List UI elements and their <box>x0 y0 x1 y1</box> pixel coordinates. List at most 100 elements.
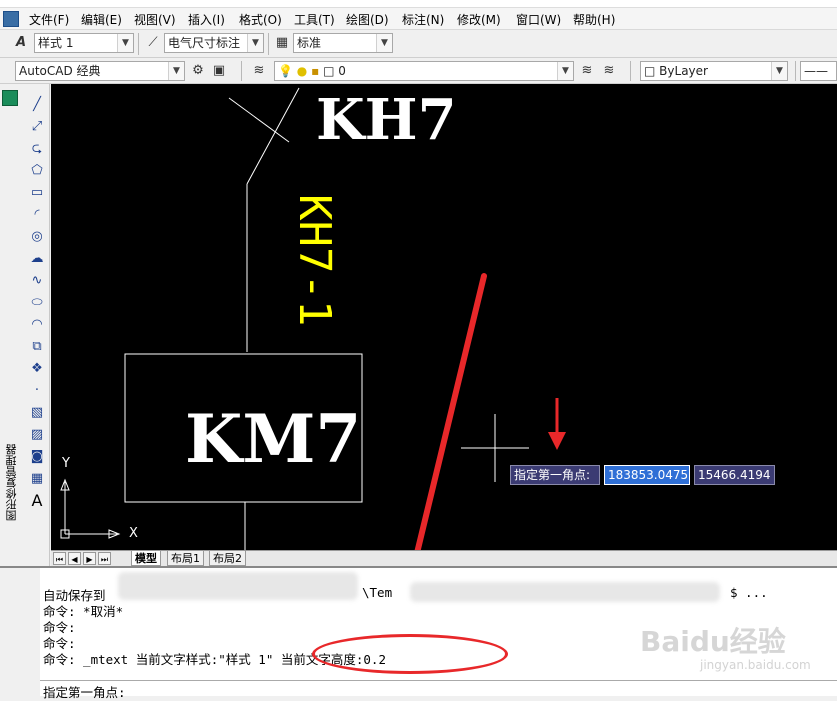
layer-select[interactable]: 💡 ● ▪ □ 0 ▼ <box>274 61 574 81</box>
region-icon[interactable]: ◙ <box>28 448 46 466</box>
tab-model[interactable]: 模型 <box>131 551 161 566</box>
menu-tools[interactable]: 工具(T) <box>294 11 335 28</box>
draw-toolbar: ╱ ⤢ ⮎ ⬠ ▭ ◜ ◎ ☁ ∿ ⬭ ◠ ⧉ ❖ · ▧ ▨ ◙ ▦ A 图形… <box>0 84 50 572</box>
chevron-down-icon: ▼ <box>557 62 573 80</box>
red-highlight-ellipse <box>312 634 508 674</box>
toolbar-separator <box>795 61 796 81</box>
tab-layout2[interactable]: 布局2 <box>209 551 246 566</box>
dimension-style-icon[interactable]: ⟋ <box>144 34 162 52</box>
table-style-select[interactable]: 标准 ▼ <box>293 33 393 53</box>
revision-cloud-icon[interactable]: ☁ <box>28 250 46 268</box>
baidu-watermark: Baidu经验 <box>640 625 786 658</box>
red-arrow-line <box>414 273 487 550</box>
color-select[interactable]: □ ByLayer ▼ <box>640 61 788 81</box>
command-prompt: 指定第一角点: <box>43 685 126 700</box>
sheet-set-icon[interactable] <box>2 90 18 106</box>
toolbar-separator <box>241 61 242 81</box>
table-style-icon[interactable]: ▦ <box>273 34 291 52</box>
circle-icon[interactable]: ◎ <box>28 228 46 246</box>
prev-tab-icon[interactable]: ◀ <box>68 552 81 565</box>
save-workspace-icon[interactable]: ▣ <box>210 62 228 80</box>
diagonal-line <box>228 97 290 143</box>
bulb-icon: 💡 <box>278 64 293 78</box>
chevron-down-icon: ▼ <box>247 34 263 52</box>
color-swatch-icon: □ <box>323 64 335 78</box>
make-block-icon[interactable]: ❖ <box>28 360 46 378</box>
linetype-preview: —— <box>804 64 828 78</box>
gradient-icon[interactable]: ▨ <box>28 426 46 444</box>
dynamic-input-prompt: 指定第一角点: <box>510 465 600 485</box>
lock-icon: ▪ <box>311 64 320 78</box>
menu-edit[interactable]: 编辑(E) <box>81 11 122 28</box>
tab-layout1[interactable]: 布局1 <box>167 551 204 566</box>
drawing-canvas[interactable]: KH7 KH7-1 KM7 Y X 指定第一角点: 183853.0475 15… <box>51 84 837 550</box>
layers-toolbar: AutoCAD 经典 ▼ ⚙ ▣ ≋ 💡 ● ▪ □ 0 ▼ ≋ ≋ □ ByL… <box>0 58 837 84</box>
command-history-fragment: $ ... <box>730 585 768 600</box>
chevron-down-icon: ▼ <box>168 62 184 80</box>
drawing-recovery-manager-tab[interactable]: 图形修复管理器 <box>4 444 18 521</box>
text-style-icon[interactable]: A <box>12 34 30 52</box>
menu-view[interactable]: 视图(V) <box>134 11 176 28</box>
hatch-icon[interactable]: ▧ <box>28 404 46 422</box>
last-tab-icon[interactable]: ⏭ <box>98 552 111 565</box>
construction-line-icon[interactable]: ⤢ <box>28 118 46 136</box>
first-tab-icon[interactable]: ⏮ <box>53 552 66 565</box>
ucs-x-label: X <box>129 526 138 541</box>
baidu-watermark-url: jingyan.baidu.com <box>700 658 811 672</box>
dimension-style-select[interactable]: 电气尺寸标注 ▼ <box>164 33 264 53</box>
spline-icon[interactable]: ∿ <box>28 272 46 290</box>
command-history-fragment: \Tem <box>362 585 393 600</box>
polygon-icon[interactable]: ⬠ <box>28 162 46 180</box>
workspace-select[interactable]: AutoCAD 经典 ▼ <box>15 61 185 81</box>
chevron-down-icon: ▼ <box>117 34 133 52</box>
layout-tabs: ⏮ ◀ ▶ ⏭ 模型 布局1 布局2 <box>51 550 837 566</box>
menu-file[interactable]: 文件(F) <box>29 11 69 28</box>
multiline-text-icon[interactable]: A <box>28 492 46 510</box>
rectangle-icon[interactable]: ▭ <box>28 184 46 202</box>
autocad-logo-icon[interactable] <box>3 11 19 27</box>
ucs-y-label: Y <box>62 456 70 471</box>
dynamic-input-y[interactable]: 15466.4194 <box>694 465 775 485</box>
menu-draw[interactable]: 绘图(D) <box>346 11 389 28</box>
ellipse-icon[interactable]: ⬭ <box>28 294 46 312</box>
toolbar-separator <box>138 33 139 55</box>
arc-icon[interactable]: ◜ <box>28 206 46 224</box>
kh7-label: KH7 <box>316 87 457 153</box>
make-current-layer-icon[interactable]: ≋ <box>578 62 596 80</box>
toolbar-separator <box>268 33 269 55</box>
menu-bar: 文件(F) 编辑(E) 视图(V) 插入(I) 格式(O) 工具(T) 绘图(D… <box>0 8 837 30</box>
redacted-area <box>410 582 720 602</box>
km7-label: KM7 <box>185 400 362 478</box>
menu-window[interactable]: 窗口(W) <box>516 11 561 28</box>
diagonal-line <box>246 87 300 185</box>
chevron-down-icon: ▼ <box>771 62 787 80</box>
ellipse-arc-icon[interactable]: ◠ <box>28 316 46 334</box>
linetype-select[interactable]: —— <box>800 61 837 81</box>
title-bar <box>0 0 837 8</box>
menu-help[interactable]: 帮助(H) <box>573 11 615 28</box>
command-window-grip <box>0 566 40 696</box>
layer-manager-icon[interactable]: ≋ <box>250 62 268 80</box>
color-swatch-icon: □ <box>644 64 656 78</box>
toolbar-separator <box>630 61 631 81</box>
polyline-icon[interactable]: ⮎ <box>28 140 46 158</box>
point-icon[interactable]: · <box>28 382 46 400</box>
red-small-arrow-head <box>548 432 566 450</box>
sun-icon: ● <box>296 64 308 78</box>
text-style-select[interactable]: 样式 1 ▼ <box>34 33 134 53</box>
dynamic-input-x[interactable]: 183853.0475 <box>604 465 690 485</box>
styles-toolbar: A 样式 1 ▼ ⟋ 电气尺寸标注 ▼ ▦ 标准 ▼ <box>0 30 837 58</box>
table-icon[interactable]: ▦ <box>28 470 46 488</box>
menu-dimension[interactable]: 标注(N) <box>402 11 444 28</box>
menu-format[interactable]: 格式(O) <box>239 11 282 28</box>
menu-modify[interactable]: 修改(M) <box>457 11 501 28</box>
menu-insert[interactable]: 插入(I) <box>188 11 225 28</box>
line-icon[interactable]: ╱ <box>28 96 46 114</box>
insert-block-icon[interactable]: ⧉ <box>28 338 46 356</box>
next-tab-icon[interactable]: ▶ <box>83 552 96 565</box>
workspace-settings-icon[interactable]: ⚙ <box>189 62 207 80</box>
layer-previous-icon[interactable]: ≋ <box>600 62 618 80</box>
redacted-area <box>118 572 358 600</box>
chevron-down-icon: ▼ <box>376 34 392 52</box>
command-prompt-bar[interactable]: 指定第一角点: <box>40 680 837 700</box>
